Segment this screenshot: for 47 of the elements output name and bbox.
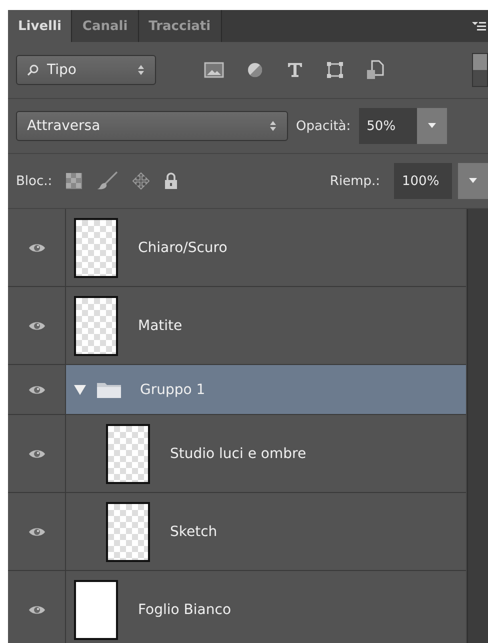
caret-icon	[469, 178, 477, 184]
layer-row[interactable]: Foglio Bianco	[8, 571, 466, 643]
image-icon[interactable]	[204, 62, 224, 78]
move-icon[interactable]	[132, 172, 150, 190]
eye-icon[interactable]	[28, 242, 46, 254]
eye-icon[interactable]	[28, 384, 46, 396]
caret-icon	[428, 123, 436, 129]
folder-icon	[96, 380, 122, 398]
layer-name: Chiaro/Scuro	[138, 240, 228, 256]
circle-half-icon[interactable]	[246, 61, 264, 79]
blend-mode-dropdown[interactable]: Attraversa	[16, 111, 288, 141]
eye-icon[interactable]	[28, 526, 46, 538]
opacity-field[interactable]: 50%	[358, 108, 417, 144]
expanded-icon[interactable]	[74, 384, 86, 394]
group-name: Gruppo 1	[140, 382, 206, 398]
type-icon[interactable]	[286, 61, 304, 79]
layer-name: Foglio Bianco	[138, 602, 232, 618]
search-icon	[27, 64, 39, 76]
eye-icon[interactable]	[28, 320, 46, 332]
filter-dropdown[interactable]: Tipo	[16, 55, 156, 85]
panel-menu-icon[interactable]	[472, 21, 486, 31]
spinner-icon	[269, 120, 277, 132]
eye-icon[interactable]	[28, 448, 46, 460]
layer-name: Sketch	[170, 524, 218, 540]
layer-row[interactable]: Chiaro/Scuro	[8, 209, 466, 287]
scrollbar-track[interactable]	[467, 209, 488, 643]
fill-field[interactable]: 100%	[394, 163, 452, 199]
group-row[interactable]: Gruppo 1	[8, 365, 466, 415]
lock-icon[interactable]	[164, 172, 178, 190]
document-icon[interactable]	[366, 60, 384, 80]
opacity-label: Opacità:	[296, 118, 351, 134]
layer-row[interactable]: Matite	[8, 287, 466, 365]
layer-name: Studio luci e ombre	[170, 446, 306, 462]
spinner-icon	[137, 64, 145, 76]
panel-tab[interactable]: Tracciati	[138, 10, 222, 42]
panel-tab[interactable]: Canali	[72, 10, 139, 42]
transform-icon[interactable]	[326, 61, 344, 79]
layer-row[interactable]: Studio luci e ombre	[8, 415, 466, 493]
panel-tab[interactable]: Livelli	[8, 10, 72, 42]
filter-toggle[interactable]	[472, 53, 488, 87]
brush-icon[interactable]	[96, 171, 118, 191]
eye-icon[interactable]	[28, 604, 46, 616]
layer-row[interactable]: Sketch	[8, 493, 466, 571]
layer-name: Matite	[138, 318, 182, 334]
lock-label: Bloc.:	[16, 174, 52, 188]
checker-icon[interactable]	[66, 173, 82, 189]
fill-label: Riemp.:	[330, 174, 380, 188]
